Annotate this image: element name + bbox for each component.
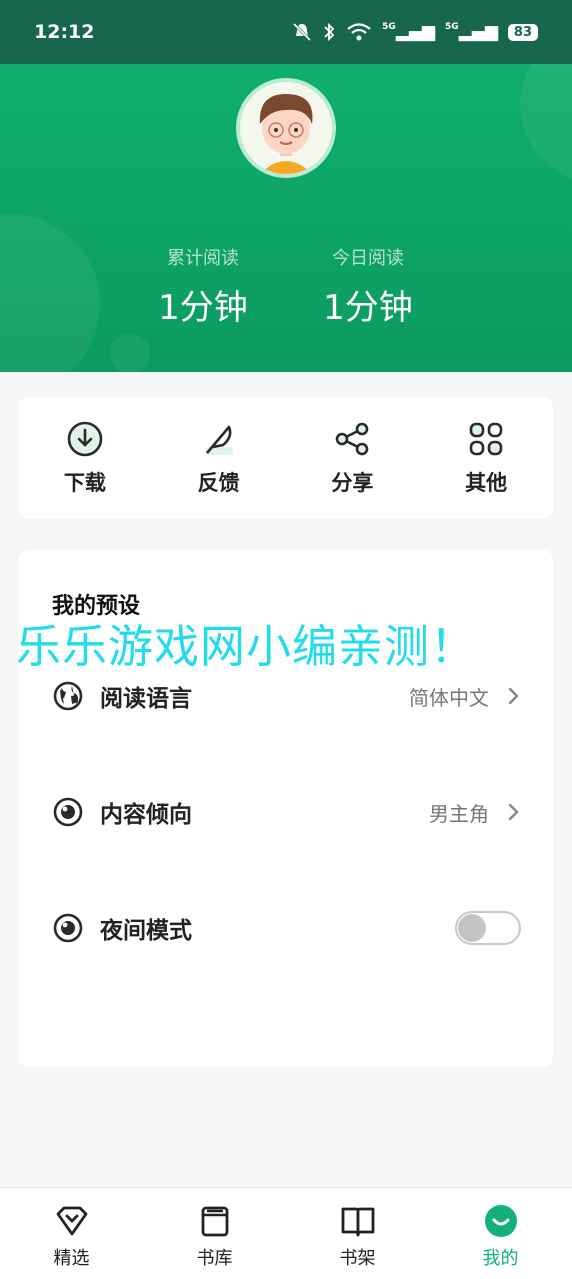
status-time: 12:12: [34, 21, 95, 43]
stat-today: 今日阅读 1分钟: [288, 244, 448, 329]
nav-library[interactable]: 书库: [143, 1188, 286, 1279]
action-feedback-label: 反馈: [197, 471, 240, 495]
open-book-icon: [341, 1207, 374, 1237]
nav-featured-label: 精选: [53, 1248, 90, 1269]
signal-1: 5G▂▄▆: [382, 22, 436, 42]
action-other-label: 其他: [465, 471, 508, 495]
night-mode-toggle[interactable]: [455, 911, 521, 945]
nav-featured[interactable]: 精选: [0, 1188, 143, 1279]
nav-mine-label: 我的: [482, 1248, 519, 1269]
action-download[interactable]: 下载: [18, 397, 152, 519]
avatar[interactable]: [236, 78, 336, 178]
nav-library-label: 书库: [196, 1248, 233, 1269]
pref-content-preference-value: 男主角: [429, 801, 489, 826]
nav-mine[interactable]: 我的: [429, 1188, 572, 1279]
action-share-label: 分享: [331, 471, 374, 495]
eye-icon: [53, 797, 83, 827]
battery-indicator: 83: [507, 23, 538, 41]
chevron-right-icon: [508, 687, 519, 705]
pref-night-mode: 夜间模式: [18, 898, 553, 958]
nav-bookshelf[interactable]: 书架: [286, 1188, 429, 1279]
action-feedback[interactable]: 反馈: [152, 397, 286, 519]
pref-content-preference-label: 内容倾向: [100, 802, 192, 828]
avatar-illustration: [240, 82, 332, 174]
bottom-nav: 精选 书库 书架 我的: [0, 1187, 572, 1279]
stat-today-value: 1分钟: [323, 288, 413, 328]
book-stack-icon: [201, 1206, 228, 1237]
signal-2: 5G▂▄▆: [445, 22, 498, 42]
toggle-knob: [458, 914, 486, 942]
wifi-icon: [347, 23, 371, 41]
share-icon: [336, 422, 369, 456]
stat-total: 累计阅读 1分钟: [123, 244, 283, 329]
status-bar: 12:12 5G▂▄▆ 5G▂▄▆ 83: [0, 0, 572, 64]
pref-reading-language[interactable]: 阅读语言 简体中文: [18, 666, 553, 726]
pref-night-mode-label: 夜间模式: [100, 918, 192, 944]
grid-icon: [469, 422, 503, 456]
feather-icon: [204, 425, 233, 455]
watermark-text: 乐乐游戏网小编亲测！: [16, 620, 477, 673]
pref-content-preference[interactable]: 内容倾向 男主角: [18, 782, 553, 842]
nav-bookshelf-label: 书架: [339, 1248, 376, 1269]
pref-reading-language-value: 简体中文: [409, 685, 489, 710]
pref-reading-language-label: 阅读语言: [100, 686, 192, 712]
eye-icon: [53, 913, 83, 943]
smile-icon: [484, 1205, 517, 1237]
bluetooth-icon: [324, 22, 335, 42]
download-icon: [67, 421, 103, 457]
chevron-right-icon: [508, 803, 519, 821]
action-download-label: 下载: [63, 471, 106, 495]
mute-bell-icon: [293, 22, 312, 42]
stat-today-label: 今日阅读: [332, 248, 404, 269]
action-other[interactable]: 其他: [419, 397, 553, 519]
action-bar: 下载 反馈 分享 其他: [18, 397, 553, 519]
profile-header: 累计阅读 1分钟 今日阅读 1分钟: [0, 64, 572, 372]
globe-icon: [53, 681, 83, 711]
stat-total-value: 1分钟: [158, 288, 248, 328]
stat-total-label: 累计阅读: [167, 248, 239, 269]
action-share[interactable]: 分享: [286, 397, 420, 519]
status-icons: 5G▂▄▆ 5G▂▄▆ 83: [292, 22, 538, 42]
diamond-icon: [56, 1206, 87, 1236]
